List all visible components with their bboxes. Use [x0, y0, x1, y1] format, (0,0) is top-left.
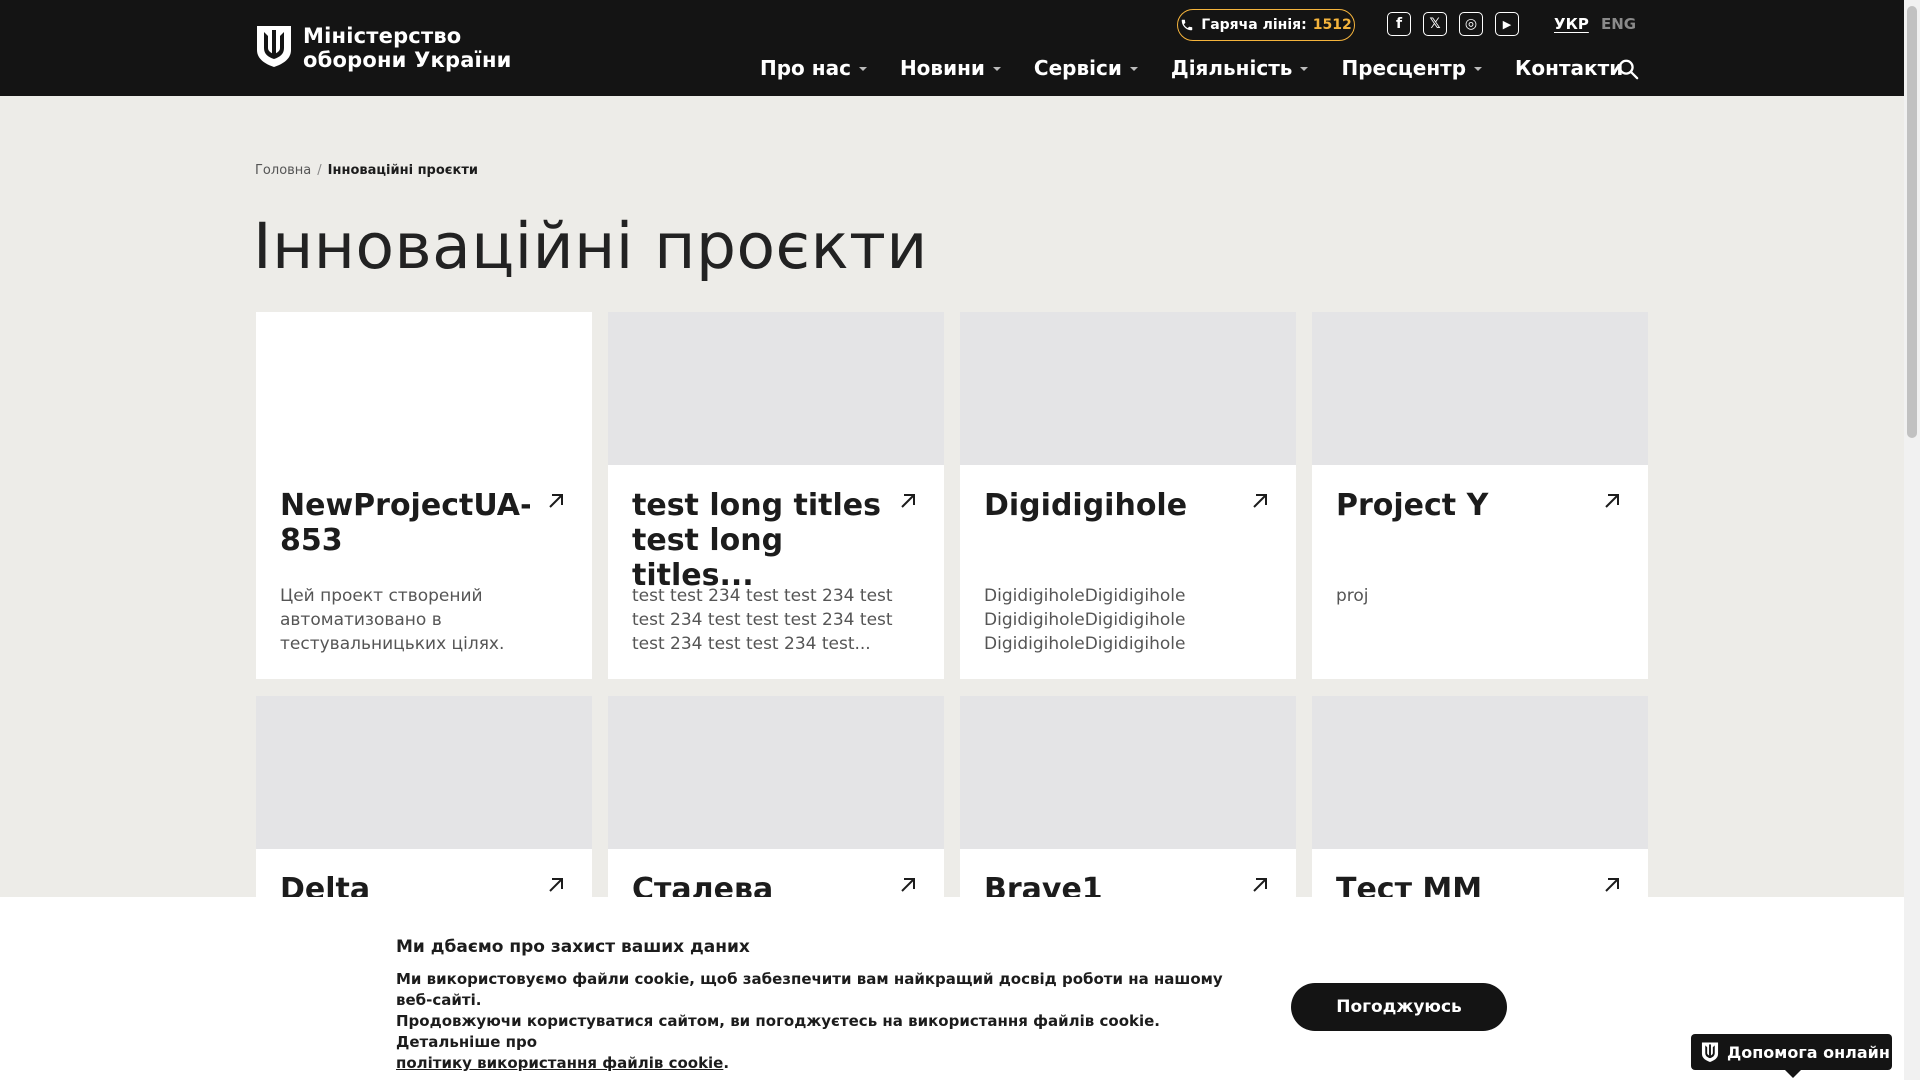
project-title: Project Y: [1336, 488, 1489, 523]
accept-cookies-button[interactable]: Погоджуюсь: [1291, 983, 1507, 1031]
project-image: [960, 696, 1296, 849]
phone-icon: [1182, 19, 1193, 31]
breadcrumb: Головна / Інноваційні проєкти: [255, 163, 478, 178]
project-card[interactable]: NewProjectUA-853 Цей проект створений ав…: [256, 312, 592, 679]
nav-item-press[interactable]: Пресцентр: [1341, 56, 1483, 80]
project-image: [1312, 312, 1648, 465]
project-card[interactable]: Сталева: [608, 696, 944, 907]
project-title: Digidigihole: [984, 488, 1188, 523]
arrow-up-right-icon: [549, 878, 563, 892]
project-image: [960, 312, 1296, 465]
project-image: [608, 312, 944, 465]
project-image: [256, 696, 592, 849]
nav-item-activity[interactable]: Діяльність: [1171, 56, 1309, 80]
breadcrumb-separator: /: [317, 163, 322, 178]
help-online-button[interactable]: Допомога онлайн: [1691, 1034, 1892, 1078]
chevron-down-icon: [992, 67, 1001, 71]
facebook-icon[interactable]: f: [1387, 12, 1411, 36]
project-image: [256, 312, 592, 465]
cookie-text: Ми використовуємо файли cookie, щоб забе…: [396, 970, 1223, 1072]
project-card[interactable]: test long titles test long titles... tes…: [608, 312, 944, 679]
project-description: DigidigiholeDigidigihole DigidigiholeDig…: [984, 586, 1186, 654]
chevron-down-icon: [858, 67, 867, 71]
nav-item-services[interactable]: Сервіси: [1034, 56, 1138, 80]
ministry-logo[interactable]: Міністерство оборони України: [255, 24, 512, 72]
hotline-number: 1512: [1312, 17, 1352, 33]
hotline-button[interactable]: Гаряча лінія: 1512: [1177, 9, 1355, 41]
scrollbar-thumb[interactable]: [1907, 6, 1917, 438]
main-nav: Про нас Новини Сервіси Діяльність Пресце…: [760, 56, 1656, 80]
nav-item-about[interactable]: Про нас: [760, 56, 867, 80]
cookie-banner: Ми дбаємо про захист ваших даних Ми вико…: [0, 897, 1904, 1080]
chevron-down-icon: [1300, 67, 1309, 71]
page-scrollbar[interactable]: [1904, 0, 1920, 1080]
project-description: test test 234 test test 234 test test 23…: [632, 586, 893, 654]
project-card[interactable]: Brave1: [960, 696, 1296, 907]
project-card[interactable]: Project Y proj: [1312, 312, 1648, 679]
project-title: NewProjectUA-853: [280, 488, 530, 558]
project-card[interactable]: Delta: [256, 696, 592, 907]
cookie-title: Ми дбаємо про захист ваших даних: [396, 937, 750, 957]
project-description: proj: [1336, 586, 1369, 606]
arrow-up-right-icon: [901, 494, 915, 508]
help-online-label: Допомога онлайн: [1727, 1042, 1890, 1062]
project-title: test long titles test long titles...: [632, 488, 881, 593]
chevron-down-icon: [1129, 67, 1138, 71]
cookie-policy-link[interactable]: політику використання файлів cookie: [396, 1054, 723, 1072]
hotline-label: Гаряча лінія:: [1201, 17, 1307, 33]
project-description: Цей проект створений автоматизовано в те…: [280, 586, 505, 654]
logo-line1: Міністерство: [303, 24, 462, 48]
arrow-up-right-icon: [901, 878, 915, 892]
arrow-up-right-icon: [1605, 878, 1619, 892]
chevron-down-icon: [1474, 67, 1483, 71]
trident-shield-icon: [1701, 1042, 1719, 1062]
instagram-icon[interactable]: ◎: [1459, 12, 1483, 36]
youtube-icon[interactable]: ▶: [1495, 12, 1519, 36]
project-image: [1312, 696, 1648, 849]
arrow-up-right-icon: [1253, 494, 1267, 508]
nav-item-news[interactable]: Новини: [900, 56, 1001, 80]
lang-ukr[interactable]: УКР: [1554, 15, 1589, 33]
page-title: Інноваційні проєкти: [253, 210, 928, 283]
search-icon[interactable]: [1617, 58, 1639, 80]
lang-eng[interactable]: ENG: [1601, 15, 1636, 33]
x-icon[interactable]: 𝕏: [1423, 12, 1447, 36]
trident-shield-icon: [257, 26, 291, 67]
project-image: [608, 696, 944, 849]
site-header: Міністерство оборони України Гаряча ліні…: [0, 0, 1904, 96]
project-card[interactable]: Digidigihole DigidigiholeDigidigihole Di…: [960, 312, 1296, 679]
arrow-up-right-icon: [549, 494, 563, 508]
breadcrumb-current: Інноваційні проєкти: [327, 163, 478, 178]
project-card[interactable]: Тест ММ: [1312, 696, 1648, 907]
arrow-up-right-icon: [1253, 878, 1267, 892]
breadcrumb-home[interactable]: Головна: [255, 163, 311, 178]
arrow-up-right-icon: [1605, 494, 1619, 508]
logo-line2: оборони України: [303, 48, 512, 72]
nav-item-contacts[interactable]: Контакти: [1515, 56, 1623, 80]
